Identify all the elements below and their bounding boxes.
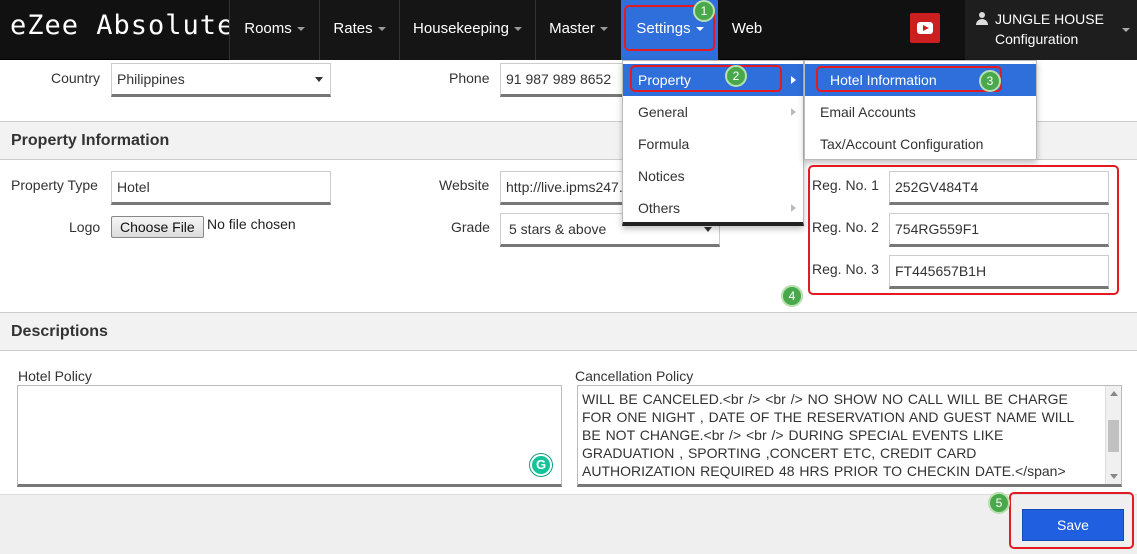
nav-rooms-label: Rooms: [244, 20, 292, 37]
submenu-item-email-accounts-label: Email Accounts: [820, 104, 916, 120]
grade-value: 5 stars & above: [509, 221, 607, 237]
play-icon: [917, 22, 933, 34]
scroll-up-icon[interactable]: [1110, 391, 1118, 396]
caret-down-icon: [513, 27, 522, 32]
submenu-item-email-accounts[interactable]: Email Accounts: [805, 96, 1036, 128]
nav-master[interactable]: Master: [535, 0, 621, 60]
annotation-badge-4: 4: [781, 285, 803, 307]
nav-web-label: Web: [731, 20, 763, 37]
logo-file-status: No file chosen: [207, 216, 296, 232]
select-arrow-icon: [315, 77, 323, 82]
choose-file-button[interactable]: Choose File: [111, 216, 204, 238]
descriptions-section-header: Descriptions: [0, 312, 1137, 351]
descriptions-section-title: Descriptions: [11, 323, 108, 340]
grammarly-icon[interactable]: G: [530, 454, 552, 476]
property-type-input[interactable]: Hotel: [111, 171, 331, 205]
nav-rates[interactable]: Rates: [319, 0, 399, 60]
property-type-value: Hotel: [117, 179, 150, 195]
caret-down-icon: [599, 27, 608, 32]
nav-housekeeping[interactable]: Housekeeping: [399, 0, 535, 60]
scroll-thumb[interactable]: [1108, 420, 1119, 452]
textarea-scrollbar[interactable]: [1105, 386, 1121, 484]
annotation-badge-5: 5: [988, 492, 1010, 514]
cancellation-policy-label: Cancellation Policy: [575, 368, 694, 384]
hotel-policy-label: Hotel Policy: [18, 368, 92, 384]
cancellation-policy-textarea[interactable]: WILL BE CANCELED.<br /> <br /> NO SHOW N…: [577, 385, 1122, 487]
website-label: Website: [439, 177, 490, 193]
menu-item-notices[interactable]: Notices: [623, 160, 803, 192]
property-section-title: Property Information: [11, 132, 170, 149]
caret-down-icon: [377, 27, 386, 32]
user-name: JUNGLE HOUSE: [995, 11, 1104, 27]
nav-rooms[interactable]: Rooms: [229, 0, 319, 60]
phone-value: 91 987 989 8652: [506, 71, 612, 87]
logo-label: Logo: [69, 219, 101, 235]
nav-housekeeping-label: Housekeeping: [413, 20, 509, 37]
website-input[interactable]: http://live.ipms247.: [500, 171, 625, 205]
annotation-highlight-save: [1009, 492, 1134, 549]
cancellation-policy-value: WILL BE CANCELED.<br /> <br /> NO SHOW N…: [582, 391, 1074, 479]
select-arrow-icon: [704, 227, 712, 232]
chevron-right-icon: [791, 204, 796, 212]
nav-web[interactable]: Web: [718, 0, 776, 60]
user-subtitle: Configuration: [995, 31, 1079, 47]
phone-label: Phone: [449, 70, 490, 86]
menu-item-formula[interactable]: Formula: [623, 128, 803, 160]
country-value: Philippines: [117, 71, 185, 87]
country-label: Country: [51, 70, 101, 86]
chevron-right-icon: [791, 76, 796, 84]
country-select[interactable]: Philippines: [111, 63, 331, 97]
user-icon: [976, 12, 988, 26]
brand-logo[interactable]: eZee Absolute: [10, 10, 234, 41]
menu-item-general-label: General: [638, 104, 688, 120]
youtube-icon[interactable]: [910, 13, 940, 43]
nav-master-label: Master: [549, 20, 595, 37]
menu-item-formula-label: Formula: [638, 136, 690, 152]
submenu-item-tax-account-configuration[interactable]: Tax/Account Configuration: [805, 128, 1036, 160]
top-navbar: eZee Absolute Rooms Rates Housekeeping M…: [0, 0, 1137, 60]
menu-item-general[interactable]: General: [623, 96, 803, 128]
scroll-down-icon[interactable]: [1110, 474, 1118, 479]
menu-item-others-label: Others: [638, 200, 681, 216]
website-value: http://live.ipms247.: [506, 179, 623, 195]
property-type-label: Property Type: [11, 177, 98, 193]
hotel-policy-textarea[interactable]: G: [17, 385, 562, 487]
phone-input[interactable]: 91 987 989 8652: [500, 63, 625, 97]
nav-rates-label: Rates: [333, 20, 373, 37]
grade-label: Grade: [451, 219, 490, 235]
annotation-highlight-reg-numbers: [808, 165, 1119, 295]
annotation-highlight-property: [630, 65, 782, 92]
menu-item-notices-label: Notices: [638, 168, 685, 184]
caret-down-icon: [296, 27, 305, 32]
form-footer: [0, 494, 1137, 554]
user-menu[interactable]: JUNGLE HOUSE Configuration: [965, 0, 1137, 60]
chevron-right-icon: [791, 108, 796, 116]
annotation-badge-1: 1: [693, 0, 715, 22]
annotation-badge-3: 3: [979, 70, 1001, 92]
menu-item-others[interactable]: Others: [623, 192, 803, 224]
submenu-item-tax-account-configuration-label: Tax/Account Configuration: [820, 136, 984, 152]
caret-down-icon: [1122, 28, 1130, 32]
annotation-highlight-hotel-information: [816, 66, 1002, 92]
annotation-badge-2: 2: [725, 65, 747, 87]
